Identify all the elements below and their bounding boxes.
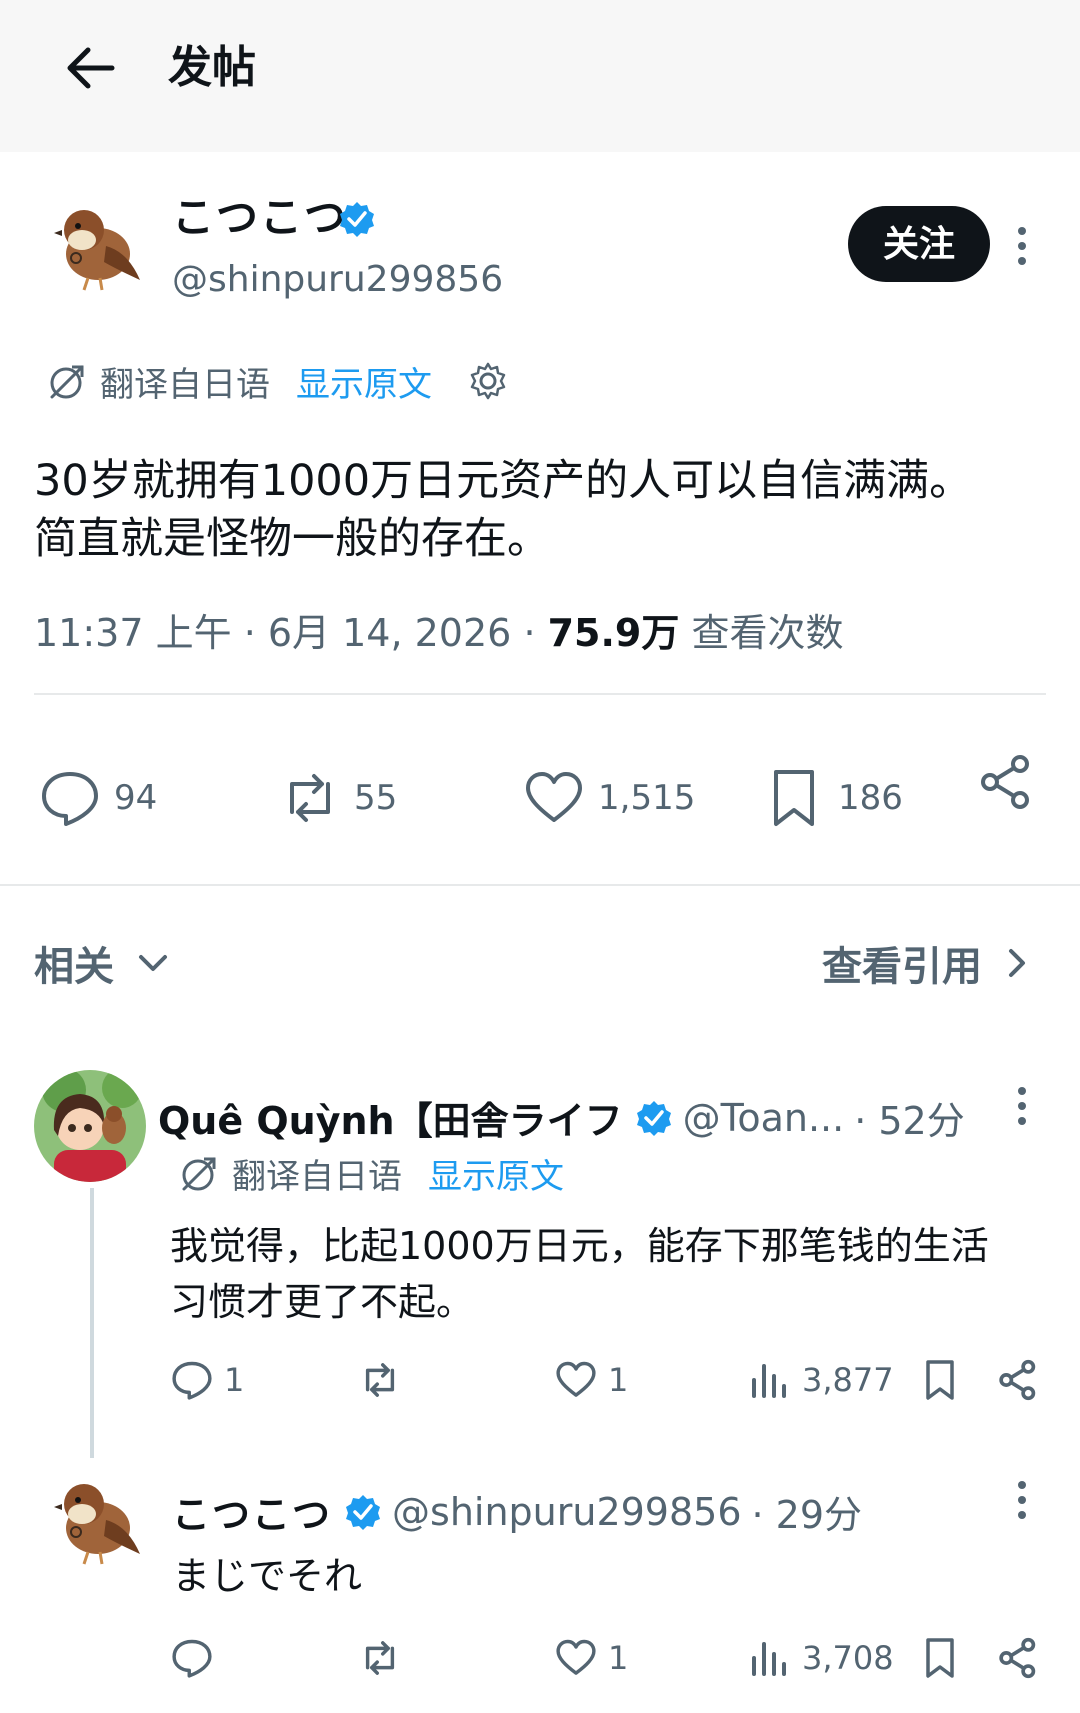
reply-author-handle[interactable]: @Toan...: [683, 1096, 845, 1140]
bookmark-count: 186: [838, 778, 903, 818]
reply-2-text: まじでそれ: [172, 1548, 362, 1604]
chevron-down-icon: [139, 955, 167, 971]
reply-text-line: 习惯才更了不起。: [170, 1280, 475, 1324]
follow-button[interactable]: 关注: [848, 206, 990, 282]
reply-translation-row: 翻译自日语 显示原文: [176, 1148, 600, 1198]
reply-time: · 29分: [751, 1493, 863, 1537]
related-label: 相关: [34, 944, 114, 990]
view-count: 75.9万: [547, 611, 680, 655]
repost-icon: [365, 1641, 395, 1675]
post-text: 30岁就拥有1000万日元资产的人可以自信满满。 简直就是怪物一般的存在。: [34, 452, 1054, 568]
author-handle[interactable]: @shinpuru299856: [172, 255, 503, 305]
share-icon[interactable]: [996, 1636, 1040, 1680]
verified-badge-icon: [340, 202, 374, 237]
view-quotes-link[interactable]: 查看引用: [822, 934, 1032, 992]
thread-line: [90, 1188, 94, 1458]
heart-icon: [526, 772, 582, 822]
repost-button[interactable]: 55: [278, 766, 397, 830]
arrow-left-icon[interactable]: [62, 40, 118, 96]
reply-text-line: まじでそれ: [172, 1554, 363, 1598]
repost-icon: [290, 774, 330, 822]
view-quotes-label: 查看引用: [822, 944, 982, 990]
reply-2-header: こつこつ @shinpuru299856 · 29分: [172, 1484, 862, 1539]
post-meta: 11:37 上午 · 6月 14, 2026 · 75.9万 查看次数: [34, 611, 844, 655]
bookmark-icon[interactable]: [918, 1358, 962, 1402]
heart-icon: [556, 1361, 596, 1397]
like-button[interactable]: 1: [554, 1636, 628, 1680]
reply-icon: [42, 772, 98, 826]
translated-from-label: 翻译自日语: [232, 1156, 402, 1197]
like-button[interactable]: 1,515: [522, 766, 695, 830]
more-options-icon[interactable]: [1014, 226, 1030, 266]
views-label[interactable]: 查看次数: [691, 611, 843, 655]
reply-icon: [172, 1361, 212, 1400]
translated-from-label: 翻译自日语: [100, 364, 270, 405]
repost-button[interactable]: [358, 1636, 412, 1680]
section-separator: [0, 884, 1080, 886]
show-original-link[interactable]: 显示原文: [296, 357, 432, 406]
like-count: 1: [608, 1639, 629, 1677]
reply-button[interactable]: 94: [38, 766, 157, 830]
heart-icon: [556, 1639, 596, 1675]
bookmark-button[interactable]: 186: [762, 766, 903, 830]
reply-icon: [172, 1639, 212, 1678]
post-time: 11:37 上午: [34, 611, 232, 655]
bar-chart-icon: [752, 1642, 786, 1676]
author-name[interactable]: こつこつ: [172, 190, 348, 246]
view-count: 3,708: [802, 1639, 894, 1677]
like-count: 1: [608, 1361, 629, 1399]
more-options-icon[interactable]: [1014, 1480, 1030, 1520]
verified-badge-icon: [636, 1100, 671, 1136]
reply-button[interactable]: 1: [170, 1358, 244, 1402]
reply-1-text: 我觉得，比起1000万日元，能存下那笔钱的生活 习惯才更了不起。: [170, 1218, 989, 1330]
repost-icon: [365, 1363, 395, 1397]
post-text-line: 简直就是怪物一般的存在。: [34, 514, 550, 564]
translate-icon: [182, 1157, 216, 1191]
translate-icon: [50, 365, 84, 399]
chevron-right-icon: [1009, 949, 1025, 977]
reply-button[interactable]: [170, 1636, 224, 1680]
bar-chart-icon: [752, 1364, 786, 1398]
reply-count: 1: [224, 1361, 245, 1399]
reply-author-name[interactable]: Quê Quỳnh【田舎ライフ: [158, 1090, 623, 1145]
like-button[interactable]: 1: [554, 1358, 628, 1402]
reply-time: · 52分: [854, 1099, 965, 1143]
avatar-sparrow[interactable]: [48, 1470, 148, 1570]
view-count: 3,877: [802, 1361, 894, 1399]
post-text-line: 30岁就拥有1000万日元资产的人可以自信满满。: [34, 456, 973, 506]
top-bar: [0, 0, 1080, 152]
bookmark-icon[interactable]: [918, 1636, 962, 1680]
views-button[interactable]: 3,877: [748, 1358, 894, 1402]
divider: [34, 693, 1046, 695]
reply-text-line: 我觉得，比起1000万日元，能存下那笔钱的生活: [170, 1224, 989, 1268]
verified-badge-icon: [346, 1494, 381, 1530]
reply-author-name[interactable]: こつこつ: [172, 1484, 332, 1539]
reply-author-handle[interactable]: @shinpuru299856: [392, 1490, 742, 1534]
share-icon[interactable]: [996, 1358, 1040, 1402]
share-icon[interactable]: [976, 752, 1036, 812]
views-button[interactable]: 3,708: [748, 1636, 894, 1680]
reply-count: 94: [114, 778, 158, 818]
repost-count: 55: [354, 778, 398, 818]
gear-icon[interactable]: [468, 361, 508, 401]
repost-button[interactable]: [358, 1358, 412, 1402]
translation-row: 翻译自日语 显示原文: [44, 356, 508, 406]
like-count: 1,515: [598, 778, 696, 818]
more-options-icon[interactable]: [1014, 1086, 1030, 1126]
reply-1-header: Quê Quỳnh【田舎ライフ @Toan... · 52分: [158, 1090, 965, 1145]
page-title: 发帖: [168, 42, 256, 93]
avatar-reply-1[interactable]: [34, 1070, 146, 1182]
related-toggle[interactable]: 相关: [34, 934, 170, 992]
show-original-link[interactable]: 显示原文: [428, 1149, 564, 1198]
bookmark-icon: [774, 770, 814, 826]
post-date: 6月 14, 2026: [267, 611, 512, 655]
avatar-sparrow[interactable]: [48, 196, 148, 296]
